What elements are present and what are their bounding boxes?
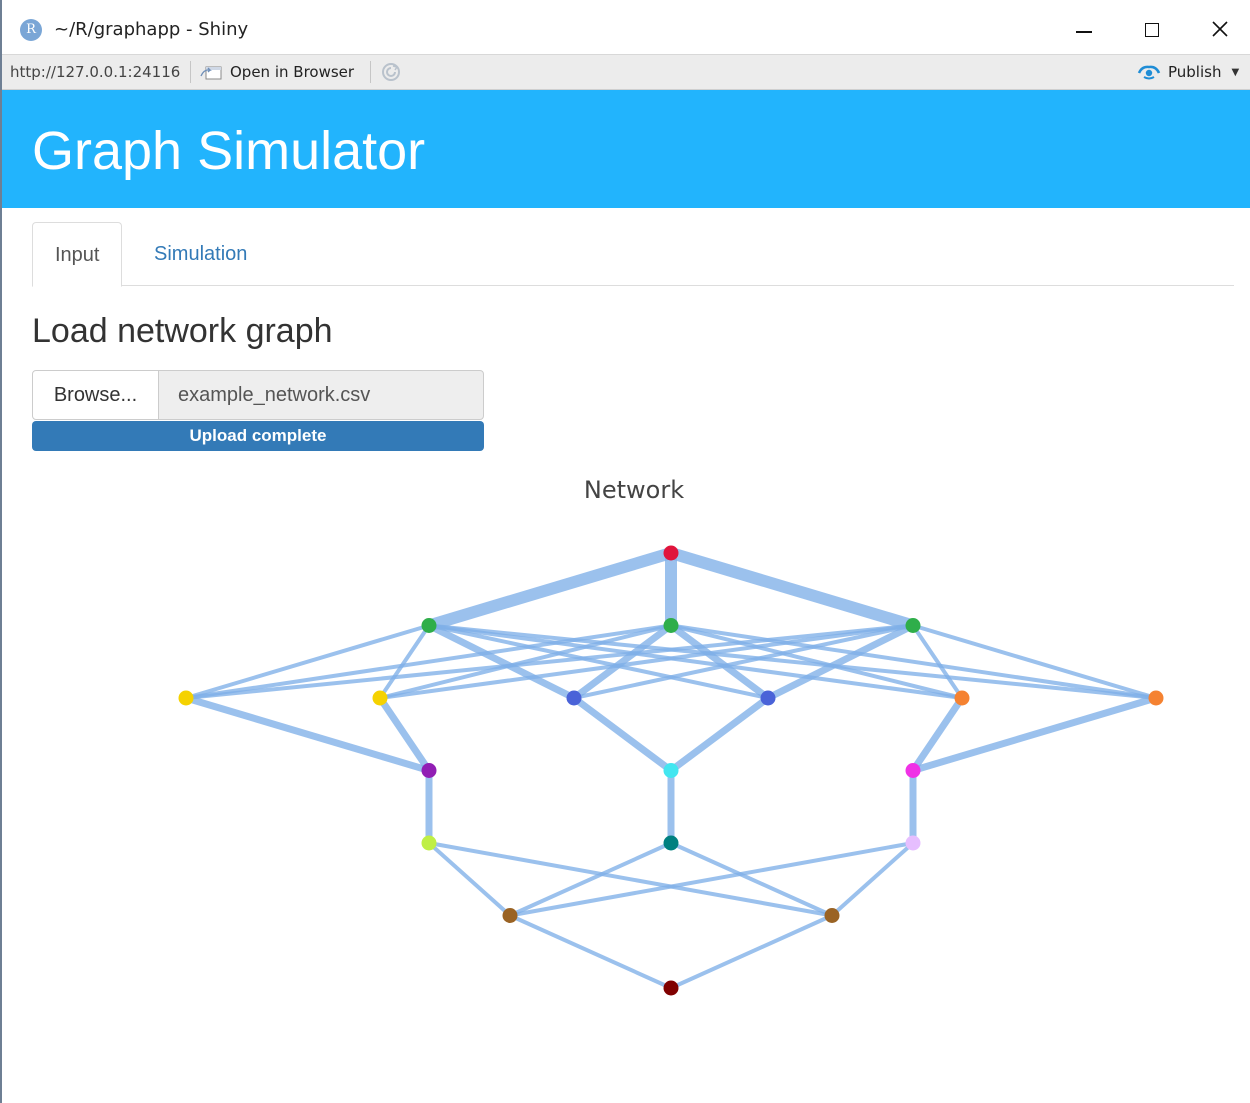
graph-node[interactable] — [954, 690, 970, 706]
graph-edge — [911, 694, 1158, 774]
graph-node[interactable] — [663, 980, 679, 996]
open-in-browser-button[interactable]: Open in Browser — [200, 63, 354, 81]
refresh-icon[interactable] — [380, 61, 402, 83]
publish-button[interactable]: Publish ▼ — [1136, 63, 1239, 81]
graph-node[interactable] — [1148, 690, 1164, 706]
window-title: ~/R/graphapp - Shiny — [54, 19, 249, 40]
graph-node[interactable] — [824, 908, 840, 923]
graph-node[interactable] — [421, 835, 437, 851]
graph-node[interactable] — [905, 763, 921, 778]
tab-bar: Input Simulation — [32, 222, 1234, 287]
graph-node[interactable] — [421, 618, 437, 633]
graph-node[interactable] — [663, 835, 679, 851]
viewer-toolbar: http://127.0.0.1:24116 Open in Browser P… — [2, 54, 1250, 90]
maximize-button[interactable] — [1130, 12, 1174, 48]
graph-edge — [428, 841, 833, 918]
url-display[interactable]: http://127.0.0.1:24116 — [10, 63, 180, 81]
graph-edge — [509, 841, 672, 918]
page-title: Graph Simulator — [32, 121, 426, 181]
publish-icon — [1137, 65, 1161, 80]
graph-edge — [668, 695, 771, 774]
publish-label: Publish — [1168, 63, 1222, 81]
graph-node[interactable] — [663, 763, 679, 778]
tab-input[interactable]: Input — [32, 222, 123, 287]
close-button[interactable] — [1198, 12, 1242, 48]
caret-down-icon[interactable]: ▼ — [1231, 67, 1239, 78]
graph-edge — [670, 841, 833, 918]
file-name-field[interactable]: example_network.csv — [158, 370, 484, 420]
minimize-icon — [1076, 31, 1092, 33]
graph-node[interactable] — [372, 690, 388, 706]
graph-node[interactable] — [421, 763, 437, 778]
open-in-browser-label: Open in Browser — [230, 63, 355, 81]
tab-simulation[interactable]: Simulation — [132, 222, 269, 286]
upload-status: Upload complete — [189, 426, 327, 445]
open-in-browser-icon — [200, 66, 222, 80]
graph-node[interactable] — [566, 690, 582, 706]
minimize-button[interactable] — [1062, 12, 1106, 48]
graph-edge — [509, 841, 914, 918]
close-icon — [1212, 21, 1228, 37]
maximize-icon — [1145, 23, 1159, 37]
file-input: Browse... example_network.csv — [32, 370, 484, 420]
graph-node[interactable] — [502, 908, 518, 923]
section-title: Load network graph — [32, 312, 333, 350]
toolbar-divider — [190, 61, 191, 83]
graph-node[interactable] — [905, 835, 921, 851]
graph-node[interactable] — [905, 618, 921, 633]
app-header: Graph Simulator — [2, 90, 1250, 208]
network-graph[interactable] — [2, 500, 1250, 1060]
graph-node[interactable] — [663, 545, 679, 561]
upload-progress-bar: Upload complete — [32, 421, 484, 451]
toolbar-divider — [370, 61, 371, 83]
r-app-icon: R — [20, 19, 42, 41]
app-window: R ~/R/graphapp - Shiny http://127.0.0.1:… — [0, 0, 1250, 1103]
title-bar: R ~/R/graphapp - Shiny — [2, 0, 1250, 54]
graph-edge — [427, 547, 673, 632]
browse-button[interactable]: Browse... — [32, 370, 159, 420]
graph-edge — [184, 694, 431, 774]
graph-edge — [571, 695, 674, 774]
graph-node[interactable] — [760, 690, 776, 706]
graph-edge — [669, 547, 915, 632]
graph-node[interactable] — [178, 690, 194, 706]
graph-node[interactable] — [663, 618, 679, 633]
graph-edge — [670, 913, 833, 990]
graph-edge — [509, 913, 672, 990]
